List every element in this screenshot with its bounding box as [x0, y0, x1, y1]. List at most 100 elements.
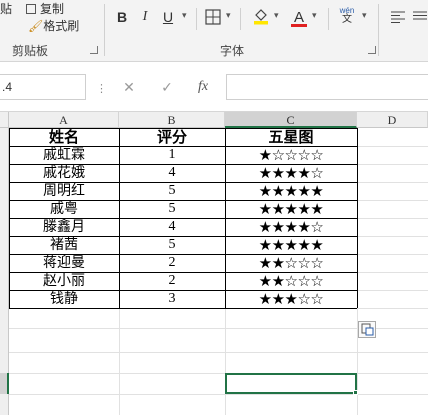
header-star-chart: 五星图 — [268, 128, 314, 146]
borders-dropdown-chevron-icon[interactable]: ▾ — [226, 10, 231, 21]
font-color-swatch — [291, 24, 307, 27]
row-header-selected[interactable] — [0, 373, 9, 394]
ribbon-divider — [378, 4, 379, 56]
font-color-dropdown-chevron-icon[interactable]: ▾ — [312, 10, 317, 21]
table-border — [9, 218, 357, 219]
clipboard-dialog-launcher-icon[interactable] — [90, 46, 98, 54]
borders-button[interactable] — [204, 7, 222, 27]
font-dialog-launcher-icon[interactable] — [368, 46, 376, 54]
select-all-corner[interactable] — [0, 112, 9, 128]
phonetic-bottom-label: 文 — [342, 14, 352, 25]
header-name: 姓名 — [48, 128, 79, 146]
cell-name[interactable]: 赵小丽 — [9, 272, 119, 290]
enter-icon[interactable]: ✓ — [156, 74, 178, 100]
cell-name[interactable]: 滕鑫月 — [9, 218, 119, 236]
cell-score[interactable]: 4 — [119, 218, 225, 236]
table-border — [9, 236, 357, 237]
cell-score[interactable]: 4 — [119, 164, 225, 182]
align-icon — [413, 11, 427, 20]
phonetic-guide-button[interactable]: wén 文 — [336, 6, 358, 26]
table-border — [9, 308, 357, 309]
cell-name[interactable]: 戚粤 — [9, 200, 119, 218]
fill-color-dropdown-chevron-icon[interactable]: ▾ — [274, 10, 279, 21]
cell-star-rating[interactable]: ★★★★★ — [225, 200, 357, 218]
underline-button[interactable]: U — [160, 7, 176, 27]
cancel-icon[interactable]: ✕ — [118, 74, 140, 100]
row-headers[interactable] — [0, 128, 9, 373]
cell-score[interactable]: 5 — [119, 236, 225, 254]
align-left-button[interactable] — [390, 7, 406, 27]
table-border — [9, 182, 357, 183]
cell-name[interactable]: 钱静 — [9, 290, 119, 308]
bold-button[interactable]: B — [114, 7, 130, 27]
cell-star-rating[interactable]: ★★☆☆☆ — [225, 254, 357, 272]
formula-bar-grip-icon: ⋮ — [96, 83, 108, 95]
fill-handle[interactable] — [353, 390, 358, 395]
cell-score[interactable]: 1 — [119, 146, 225, 164]
table-border — [9, 128, 10, 308]
phonetic-dropdown-chevron-icon[interactable]: ▾ — [362, 10, 367, 21]
row-header[interactable] — [0, 394, 9, 415]
column-header-a[interactable]: A — [9, 112, 119, 128]
cell-score[interactable]: 2 — [119, 272, 225, 290]
clipboard-group-label: 剪贴板 — [12, 44, 49, 58]
cell-name[interactable]: 戚虹霖 — [9, 146, 119, 164]
cell-star-rating[interactable]: ★★☆☆☆ — [225, 272, 357, 290]
cell-name[interactable]: 褚茜 — [9, 236, 119, 254]
grid-line — [9, 373, 428, 374]
grid-line — [9, 352, 428, 353]
fill-color-button[interactable] — [252, 7, 270, 27]
cell-star-rating[interactable]: ★★★★★ — [225, 182, 357, 200]
table-border — [9, 290, 357, 291]
fill-color-bucket-icon — [254, 9, 268, 25]
table-border — [9, 128, 357, 129]
cell-star-rating[interactable]: ★★★★★ — [225, 236, 357, 254]
table-border — [357, 128, 358, 308]
align-left-icon — [391, 11, 405, 23]
cell-star-rating[interactable]: ★★★☆☆ — [225, 290, 357, 308]
ribbon-divider — [240, 8, 241, 30]
cell-star-rating[interactable]: ★★★★☆ — [225, 218, 357, 236]
cell-score[interactable]: 5 — [119, 200, 225, 218]
grid-line — [9, 394, 428, 395]
font-color-button[interactable]: A — [290, 7, 308, 27]
cell-name[interactable]: 周明红 — [9, 182, 119, 200]
formula-bar: .4 ⋮ ✕ ✓ fx — [0, 62, 428, 112]
table-border — [9, 272, 357, 273]
format-painter-icon: 🖌 — [28, 19, 44, 33]
cell-name[interactable]: 蒋迎曼 — [9, 254, 119, 272]
cell-score[interactable]: 5 — [119, 182, 225, 200]
column-header-d[interactable]: D — [357, 112, 428, 128]
table-border — [9, 146, 357, 147]
cell-star-rating[interactable]: ★★★★☆ — [225, 164, 357, 182]
copy-button[interactable]: 复制 — [26, 0, 64, 17]
copy-label: 复制 — [40, 2, 65, 16]
underline-dropdown-chevron-icon[interactable]: ▾ — [182, 10, 187, 21]
cell-name[interactable]: 戚花娥 — [9, 164, 119, 182]
table-border — [9, 200, 357, 201]
name-box[interactable]: .4 — [0, 74, 86, 100]
table-border — [119, 128, 120, 308]
copy-icon — [26, 4, 36, 14]
borders-icon — [205, 9, 221, 25]
cell-score[interactable]: 3 — [119, 290, 225, 308]
insert-function-icon[interactable]: fx — [192, 74, 214, 100]
ribbon-divider — [196, 8, 197, 30]
active-cell-selection[interactable] — [225, 373, 357, 394]
column-header-b[interactable]: B — [119, 112, 225, 128]
table-border — [9, 164, 357, 165]
table-border — [225, 128, 226, 308]
format-painter-label: 格式刷 — [43, 19, 80, 33]
column-header-c[interactable]: C — [225, 112, 357, 128]
cell-star-rating[interactable]: ★☆☆☆☆ — [225, 146, 357, 164]
format-painter-button[interactable]: 🖌格式刷 — [28, 17, 79, 34]
align-right-button[interactable] — [412, 7, 428, 27]
font-group-label: 字体 — [220, 44, 245, 58]
formula-input[interactable] — [226, 74, 428, 100]
ribbon-divider — [328, 8, 329, 30]
cell-score[interactable]: 2 — [119, 254, 225, 272]
paste-button[interactable]: 贴 — [0, 0, 12, 17]
paste-options-icon — [361, 323, 374, 336]
paste-options-button[interactable] — [358, 321, 376, 338]
italic-button[interactable]: I — [138, 7, 152, 27]
